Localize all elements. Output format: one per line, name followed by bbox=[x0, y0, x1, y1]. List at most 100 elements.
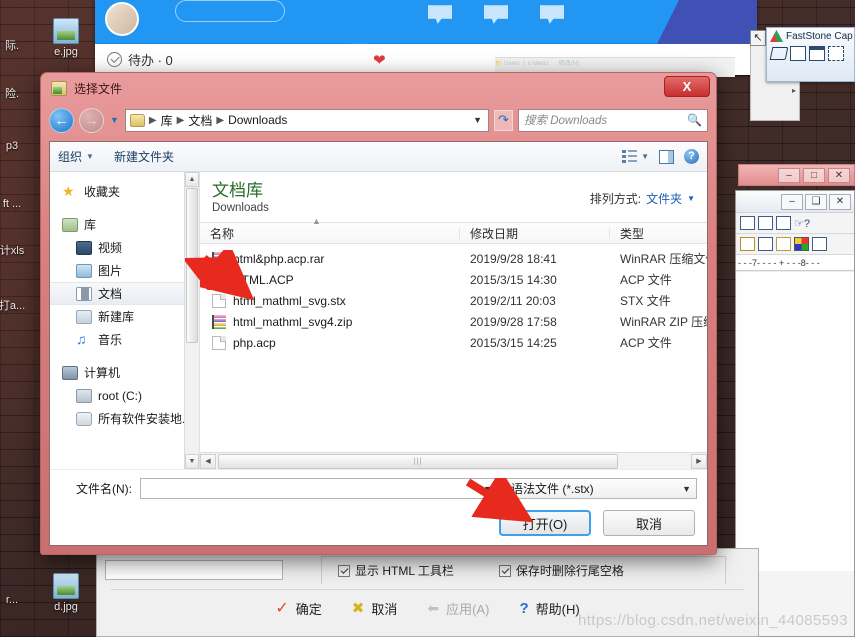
panel-icon[interactable] bbox=[812, 237, 827, 251]
search-pill[interactable] bbox=[175, 0, 285, 22]
sidebar-item-new-library[interactable]: 新建库 bbox=[50, 305, 199, 328]
scrollbar-thumb[interactable] bbox=[218, 453, 618, 469]
scroll-right-icon[interactable]: ▶ bbox=[691, 453, 707, 469]
forward-arrow-icon[interactable]: → bbox=[79, 107, 104, 133]
restore-icon[interactable]: ❑ bbox=[805, 193, 827, 210]
sidebar-item-favorites[interactable]: ★ 收藏夹 bbox=[50, 180, 199, 203]
table-row[interactable]: html_mathml_svg.stx 2019/2/11 20:03 STX … bbox=[200, 290, 707, 311]
todo-status[interactable]: 待办 · 0 bbox=[107, 50, 173, 69]
color-picker-icon[interactable] bbox=[794, 237, 809, 251]
column-header-date[interactable]: 修改日期 bbox=[460, 225, 610, 242]
sidebar-item-documents[interactable]: 文档 bbox=[50, 282, 199, 305]
arrange-by-control[interactable]: 排列方式: 文件夹 ▼ bbox=[590, 190, 695, 207]
table-row[interactable]: HTML.ACP 2015/3/15 14:30 ACP 文件 bbox=[200, 269, 707, 290]
close-icon[interactable]: ✕ bbox=[829, 193, 851, 210]
help-button[interactable]: ? 帮助(H) bbox=[519, 599, 579, 618]
breadcrumb-item-documents[interactable]: 文档 bbox=[188, 112, 212, 129]
star-icon: ★ bbox=[62, 182, 75, 199]
sidebar-item-music[interactable]: ♫ 音乐 bbox=[50, 328, 199, 351]
open-button[interactable]: 打开(O) bbox=[499, 510, 591, 536]
history-dropdown-icon[interactable]: ▼ bbox=[110, 115, 119, 125]
capture-cursor-icon[interactable]: ↖ bbox=[750, 30, 766, 46]
scrollbar-thumb[interactable] bbox=[186, 188, 198, 343]
avatar[interactable] bbox=[105, 2, 139, 36]
column-header-type[interactable]: 类型 bbox=[610, 225, 707, 242]
sidebar-item-pictures[interactable]: 图片 bbox=[50, 259, 199, 282]
faststone-titlebar: FastStone Cap bbox=[767, 28, 854, 42]
region-icon[interactable] bbox=[828, 46, 844, 61]
organize-button[interactable]: 组织 ▼ bbox=[58, 148, 94, 165]
sidebar-item-software-drive[interactable]: 所有软件安装地... bbox=[50, 407, 199, 430]
scroll-down-icon[interactable]: ▼ bbox=[185, 454, 199, 469]
bullet-list-icon[interactable] bbox=[776, 237, 791, 251]
minimize-icon[interactable]: – bbox=[781, 193, 803, 210]
medal-icon[interactable] bbox=[740, 237, 755, 251]
navigation-scrollbar[interactable]: ▲ ▼ bbox=[184, 172, 199, 469]
restore-icon[interactable]: □ bbox=[803, 167, 825, 183]
back-arrow-icon[interactable]: ← bbox=[49, 107, 74, 133]
sidebar-item-root-c[interactable]: root (C:) bbox=[50, 384, 199, 407]
sidebar-item-videos[interactable]: 视频 bbox=[50, 236, 199, 259]
checkbox-trim-trailing-space[interactable]: 保存时删除行尾空格 bbox=[498, 562, 624, 579]
export-icon[interactable] bbox=[776, 216, 791, 230]
contacts-icon[interactable] bbox=[484, 5, 508, 24]
help-pointer-icon[interactable]: ☞? bbox=[794, 217, 810, 230]
file-date: 2015/3/15 14:25 bbox=[470, 335, 557, 350]
scrollbar-track[interactable] bbox=[216, 453, 691, 469]
picture-icon bbox=[76, 263, 92, 278]
watermark: https://blog.csdn.net/weixin_44085593 bbox=[578, 612, 848, 629]
dialog-content: 组织 ▼ 新建文件夹 ▼ ? ★ 收藏夹 库 视频 图片 文档 新建库 ♫ 音乐… bbox=[49, 141, 708, 546]
new-folder-button[interactable]: 新建文件夹 bbox=[114, 148, 174, 165]
breadcrumb-item-library[interactable]: 库 bbox=[161, 112, 173, 129]
checkbox-show-html-toolbar[interactable]: 显示 HTML 工具栏 bbox=[338, 562, 454, 579]
checkbox-label: 显示 HTML 工具栏 bbox=[355, 564, 454, 578]
search-input[interactable]: 搜索 Downloads 🔍 bbox=[518, 108, 708, 132]
navigation-pane: ★ 收藏夹 库 视频 图片 文档 新建库 ♫ 音乐 计算机 root (C:) … bbox=[50, 172, 200, 469]
close-button[interactable]: X bbox=[664, 76, 710, 97]
table-row[interactable]: html_mathml_svg4.zip 2019/9/28 17:58 Win… bbox=[200, 311, 707, 332]
chevron-down-icon: ▼ bbox=[687, 194, 695, 203]
view-mode-button[interactable]: ▼ bbox=[622, 150, 649, 163]
cancel-button[interactable]: ✖ 取消 bbox=[352, 599, 398, 618]
chevron-down-icon[interactable]: ▼ bbox=[473, 115, 484, 125]
faststone-logo-icon bbox=[770, 30, 783, 42]
file-type: ACP 文件 bbox=[620, 336, 672, 350]
filename-input[interactable]: ▼ bbox=[140, 478, 497, 499]
preview-pane-icon[interactable] bbox=[659, 149, 674, 164]
file-icon bbox=[212, 293, 226, 308]
horizontal-scrollbar[interactable]: ◀ ▶ bbox=[200, 452, 707, 469]
editor-page[interactable] bbox=[736, 271, 854, 571]
refresh-icon[interactable]: ↷ bbox=[494, 109, 513, 131]
help-icon[interactable]: ? bbox=[684, 149, 699, 164]
cloud-icon[interactable] bbox=[540, 5, 564, 24]
sidebar-item-label: 图片 bbox=[98, 264, 123, 278]
scroll-left-icon[interactable]: ◀ bbox=[200, 453, 216, 469]
window-icon[interactable] bbox=[790, 46, 806, 61]
settings-text-field[interactable] bbox=[105, 560, 283, 580]
address-bar[interactable]: ▶ 库 ▶ 文档 ▶ Downloads ▼ bbox=[124, 108, 489, 132]
column-header-name[interactable]: 名称 ▲ bbox=[200, 216, 460, 242]
breadcrumb-item-downloads[interactable]: Downloads bbox=[228, 113, 287, 127]
cancel-button[interactable]: 取消 bbox=[603, 510, 695, 536]
sidebar-item-libraries[interactable]: 库 bbox=[50, 213, 199, 236]
chat-icon[interactable] bbox=[428, 5, 452, 24]
filetype-select[interactable]: 语法文件 (*.stx) ▼ bbox=[505, 478, 697, 499]
cross-icon: ✖ bbox=[351, 600, 365, 617]
zoom-icon[interactable] bbox=[758, 216, 773, 230]
table-row[interactable]: html&php.acp.rar 2019/9/28 18:41 WinRAR … bbox=[200, 248, 707, 269]
ok-button[interactable]: ✓ 确定 bbox=[275, 598, 321, 618]
sidebar-item-computer[interactable]: 计算机 bbox=[50, 361, 199, 384]
file-icon bbox=[212, 335, 226, 350]
chevron-down-icon[interactable]: ▼ bbox=[483, 484, 492, 494]
minimize-icon[interactable]: – bbox=[778, 167, 800, 183]
scroll-up-icon[interactable]: ▲ bbox=[185, 172, 199, 187]
question-icon: ? bbox=[519, 599, 529, 617]
close-icon[interactable]: ✕ bbox=[828, 167, 850, 183]
list-icon[interactable] bbox=[758, 237, 773, 251]
table-row[interactable]: php.acp 2015/3/15 14:25 ACP 文件 bbox=[200, 332, 707, 353]
fullscreen-icon[interactable] bbox=[809, 46, 825, 61]
strip-text: 📁 Users | c:\desc\ 修改(N) bbox=[495, 61, 580, 67]
open-icon[interactable] bbox=[771, 46, 787, 61]
grid-icon[interactable] bbox=[740, 216, 755, 230]
